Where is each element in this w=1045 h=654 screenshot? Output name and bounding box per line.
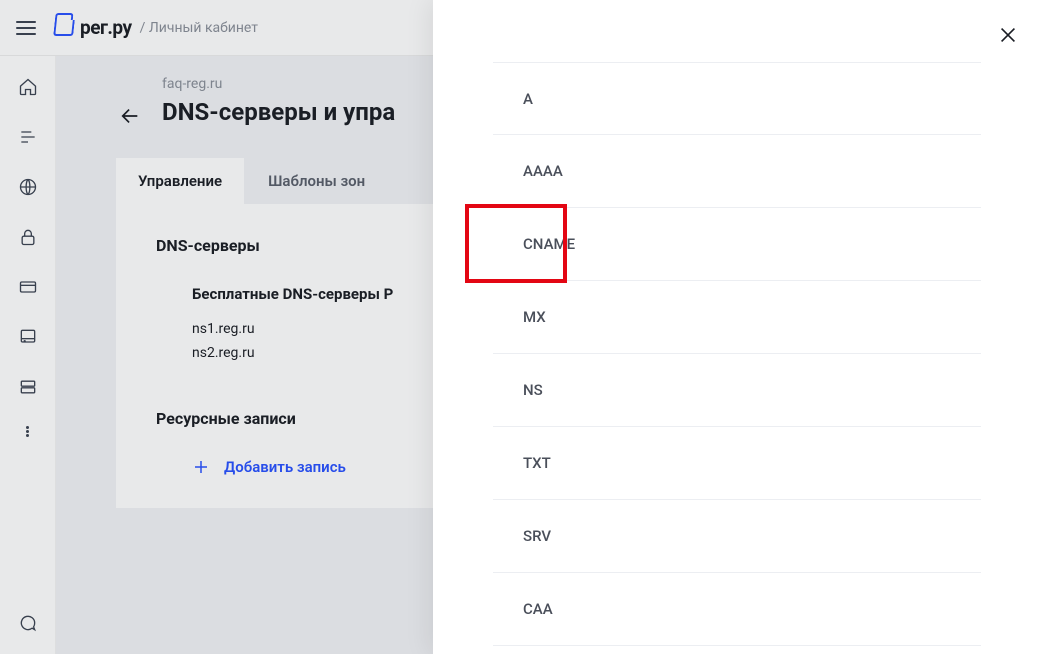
chat-icon[interactable]: [17, 612, 39, 634]
lock-icon[interactable]: [17, 226, 39, 248]
record-type-option[interactable]: CNAME: [493, 208, 981, 281]
record-type-option[interactable]: A: [493, 62, 981, 135]
more-icon[interactable]: [26, 426, 29, 437]
record-type-option[interactable]: TXT: [493, 427, 981, 500]
plus-icon: [192, 458, 210, 476]
breadcrumb: / Личный кабинет: [140, 20, 258, 36]
left-nav-rail: [0, 56, 56, 654]
record-type-panel: AAAAACNAMEMXNSTXTSRVCAA: [433, 0, 1045, 654]
tab-manage[interactable]: Управление: [116, 158, 244, 204]
server-icon[interactable]: [17, 326, 39, 348]
brand-text: рег.ру: [80, 16, 132, 39]
page-title: DNS-серверы и упра: [162, 98, 395, 126]
tab-templates[interactable]: Шаблоны зон: [246, 158, 387, 204]
back-arrow-icon[interactable]: [116, 102, 144, 130]
record-type-option[interactable]: SRV: [493, 500, 981, 573]
record-type-option[interactable]: MX: [493, 281, 981, 354]
folder-icon: [53, 20, 75, 36]
brand-logo[interactable]: рег.ру: [54, 16, 132, 39]
list-icon[interactable]: [17, 126, 39, 148]
card-icon[interactable]: [17, 276, 39, 298]
home-icon[interactable]: [17, 76, 39, 98]
stack-icon[interactable]: [17, 376, 39, 398]
close-icon[interactable]: [997, 24, 1019, 50]
globe-icon[interactable]: [17, 176, 39, 198]
record-type-list: AAAAACNAMEMXNSTXTSRVCAA: [493, 62, 981, 646]
hamburger-menu-icon[interactable]: [16, 16, 40, 40]
record-type-option[interactable]: CAA: [493, 573, 981, 646]
domain-label: faq-reg.ru: [162, 76, 395, 92]
record-type-option[interactable]: NS: [493, 354, 981, 427]
record-type-option[interactable]: AAAA: [493, 135, 981, 208]
add-record-label: Добавить запись: [224, 458, 346, 476]
